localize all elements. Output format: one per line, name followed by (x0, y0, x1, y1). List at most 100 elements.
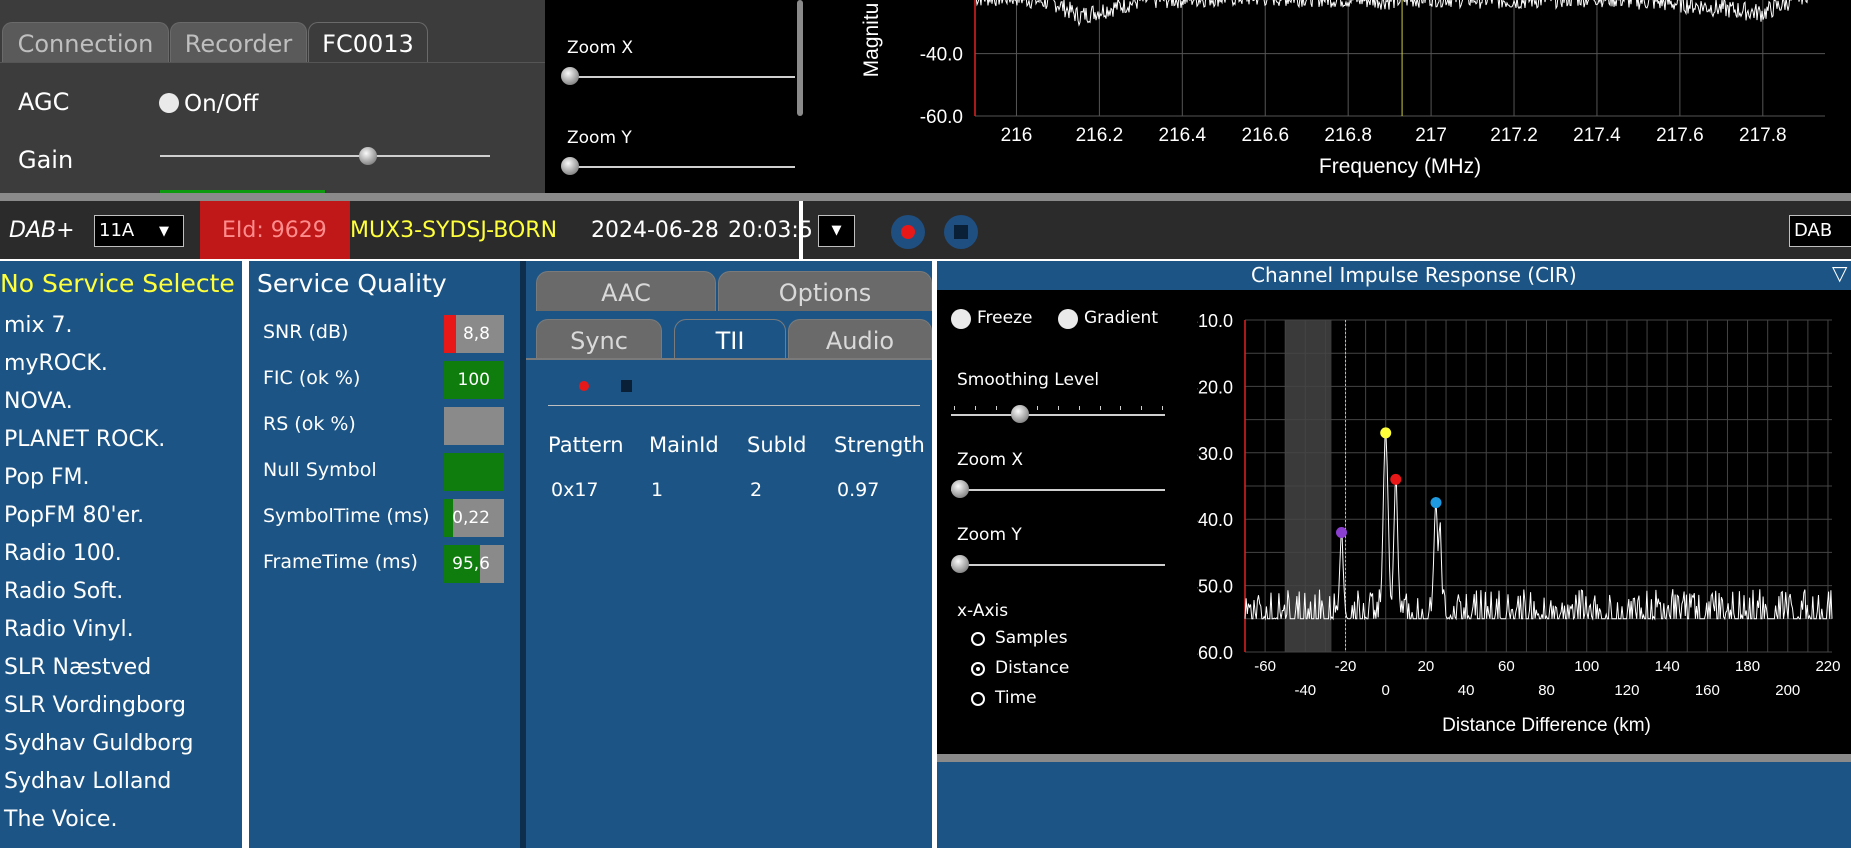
list-item[interactable]: PLANET ROCK. (4, 427, 165, 452)
gain-slider[interactable] (160, 155, 490, 157)
tab-tii[interactable]: TII (674, 319, 786, 359)
mode-select[interactable]: DAB (1789, 215, 1851, 247)
tii-header-subid: SubId (747, 433, 807, 457)
stop-button[interactable] (944, 215, 978, 249)
cir-zoom-x-slider[interactable] (951, 489, 1165, 491)
cir-title-bar: Channel Impulse Response (CIR) ▽ (937, 261, 1851, 290)
agc-label: AGC (18, 88, 70, 116)
tab-connection[interactable]: Connection (2, 22, 169, 62)
cir-zoom-x-handle[interactable] (951, 480, 969, 498)
list-item[interactable]: Radio Soft. (4, 579, 123, 604)
x-tick-label: 220 (1815, 658, 1840, 675)
x-tick-label: 60 (1498, 658, 1515, 675)
divider[interactable] (937, 754, 1851, 762)
tab-sync[interactable]: Sync (536, 319, 662, 359)
scrollbar[interactable] (797, 0, 803, 116)
stop-icon (954, 225, 968, 239)
list-item[interactable]: Radio 100. (4, 541, 122, 566)
gain-slider-handle[interactable] (358, 147, 377, 165)
quality-value: 95,6 (452, 554, 490, 574)
collapse-icon[interactable]: ▽ (1832, 261, 1847, 285)
list-item[interactable]: Radio Vinyl. (4, 617, 134, 642)
gradient-toggle[interactable] (1058, 309, 1078, 329)
y-tick-label: -60.0 (1197, 643, 1233, 663)
divider[interactable] (0, 193, 1851, 201)
smoothing-slider-handle[interactable] (1010, 405, 1029, 423)
zoom-x-slider[interactable] (567, 76, 795, 78)
selected-service-title: No Service Selecte (0, 269, 235, 298)
peak-marker (1335, 526, 1347, 538)
y-tick-label: -20.0 (920, 0, 963, 3)
list-item[interactable]: The Voice. (4, 807, 117, 832)
tii-header-strength: Strength (834, 433, 925, 457)
x-tick-label: 216.2 (1076, 125, 1124, 146)
dropdown-button[interactable]: ▼ (818, 215, 855, 247)
device-settings-panel: Connection Recorder FC0013 AGC On/Off Ga… (0, 0, 545, 193)
tii-cell-strength: 0.97 (837, 479, 880, 501)
list-item[interactable]: NOVA. (4, 389, 73, 414)
y-tick-label: -40.0 (1197, 510, 1233, 530)
tab-options[interactable]: Options (718, 271, 932, 311)
cir-zoom-y-slider[interactable] (951, 564, 1165, 566)
tii-cell-mainid: 1 (651, 479, 664, 501)
slider-tick (954, 406, 955, 410)
y-axis-label: Magnitu (860, 3, 883, 78)
xaxis-option-label: Time (995, 688, 1037, 708)
quality-bar-fill (444, 453, 504, 491)
tab-aac[interactable]: AAC (536, 271, 716, 311)
zoom-y-slider[interactable] (567, 166, 795, 168)
list-item[interactable]: mix 7. (4, 313, 73, 338)
quality-label: Null Symbol (263, 459, 377, 481)
list-item[interactable]: SLR Vordingborg (4, 693, 186, 718)
y-tick-label: -60.0 (920, 107, 963, 128)
xaxis-radio-samples[interactable] (971, 632, 985, 646)
slider-tick (1037, 406, 1039, 410)
xaxis-option-label: Distance (995, 658, 1070, 678)
zoom-y-handle[interactable] (561, 157, 579, 175)
x-tick-label: 160 (1695, 682, 1720, 699)
chevron-down-icon: ▼ (159, 224, 169, 239)
x-tick-label: 180 (1735, 658, 1760, 675)
gain-label: Gain (18, 146, 74, 174)
x-tick-label: 217.4 (1573, 125, 1621, 146)
list-item[interactable]: Sydhav Lolland (4, 769, 171, 794)
smoothing-slider[interactable] (951, 414, 1165, 416)
quality-bar (444, 453, 504, 491)
freeze-toggle[interactable] (951, 309, 971, 329)
list-item[interactable]: Sydhav Guldborg (4, 731, 194, 756)
record-icon (901, 225, 915, 239)
list-item[interactable]: SLR Næstved (4, 655, 151, 680)
x-tick-label: 217 (1415, 125, 1447, 146)
agc-toggle[interactable] (159, 93, 179, 113)
zoom-x-handle[interactable] (561, 67, 579, 85)
tab-recorder[interactable]: Recorder (170, 22, 307, 62)
tab-fc0013[interactable]: FC0013 (308, 22, 428, 62)
cir-zoom-y-handle[interactable] (951, 555, 969, 573)
service-quality-panel: Service Quality SNR (dB) 8,8 FIC (ok %) 100… (249, 261, 520, 848)
tii-header-pattern: Pattern (548, 433, 624, 457)
tii-red-marker-icon (579, 381, 589, 391)
tab-audio[interactable]: Audio (788, 319, 932, 359)
xaxis-radio-distance[interactable] (971, 662, 985, 676)
chevron-down-icon: ▼ (831, 223, 842, 238)
quality-label: SymbolTime (ms) (263, 505, 430, 527)
date-label: 2024-06-28 (591, 218, 719, 243)
y-tick-label: -50.0 (1197, 577, 1233, 597)
channel-select[interactable]: 11A ▼ (94, 215, 184, 247)
list-item[interactable]: myROCK. (4, 351, 108, 376)
tii-cell-subid: 2 (750, 479, 763, 501)
quality-label: SNR (dB) (263, 321, 349, 343)
separator (799, 201, 803, 259)
record-button[interactable] (891, 215, 925, 249)
x-tick-label: 20 (1418, 658, 1435, 675)
cir-panel: Freeze Gradient Smoothing Level Zoom X Z… (937, 290, 1851, 754)
list-item[interactable]: PopFM 80'er. (4, 503, 144, 528)
list-item[interactable]: Pop FM. (4, 465, 90, 490)
quality-bar: 0,22 (444, 499, 504, 537)
eid-value: EId: 9629 (222, 218, 327, 243)
slider-tick (1141, 406, 1143, 410)
x-tick-label: 217.2 (1490, 125, 1538, 146)
xaxis-radio-time[interactable] (971, 692, 985, 706)
x-tick-label: 140 (1655, 658, 1680, 675)
x-tick-label: -60 (1254, 658, 1276, 675)
